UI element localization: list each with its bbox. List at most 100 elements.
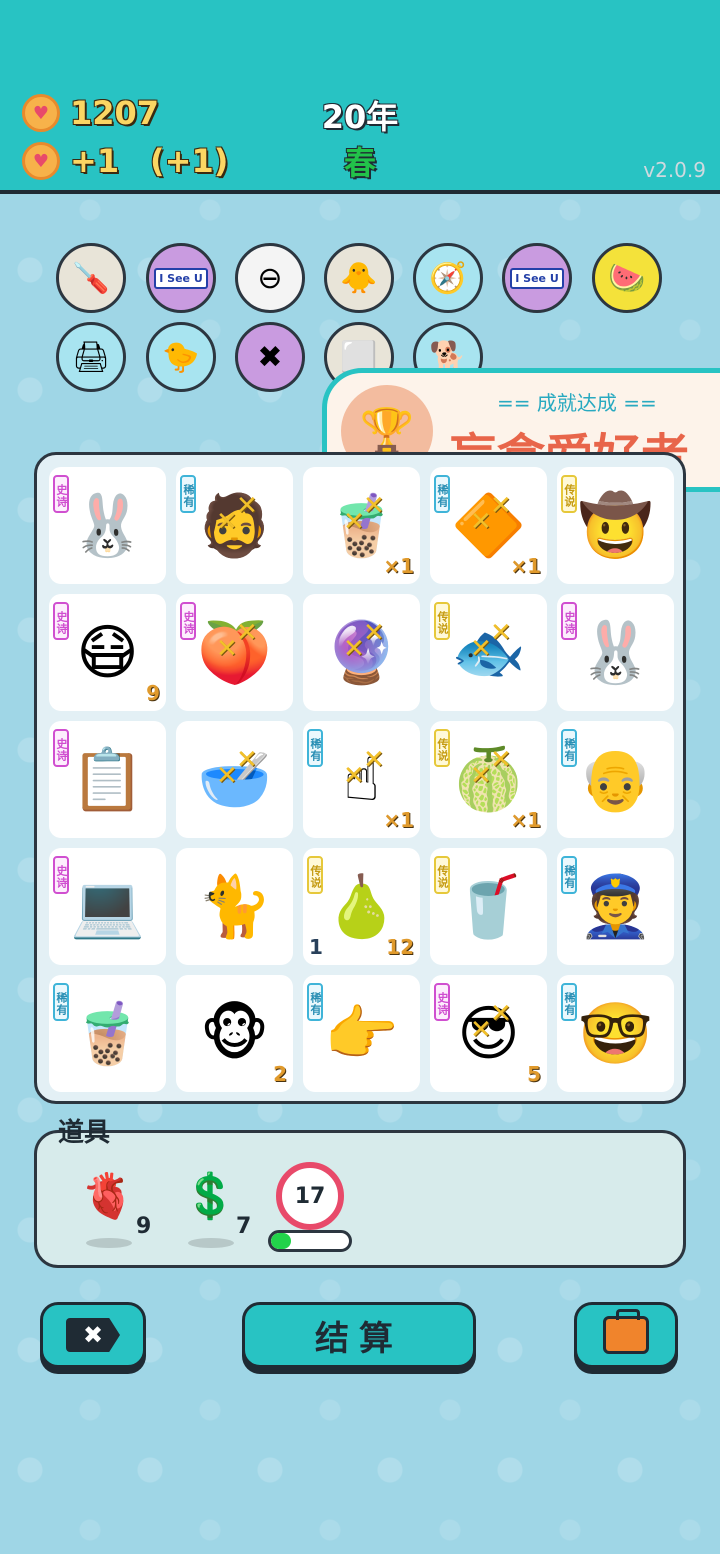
timer-clock-icon[interactable]: 17 <box>276 1162 344 1230</box>
rarity-tag: 稀有 <box>434 475 450 513</box>
liver-item-count: 9 <box>136 1214 152 1239</box>
heart-coin-icon: ♥ <box>22 142 60 180</box>
board-cell[interactable]: 🤓 稀有 <box>557 975 674 1092</box>
board-cell[interactable]: 🐵 2 <box>176 975 293 1092</box>
briefcase-icon <box>603 1309 649 1354</box>
symbol-counter: 1 <box>309 935 323 959</box>
rarity-tag: 稀有 <box>307 983 323 1021</box>
rarity-tag: 传说 <box>434 729 450 767</box>
destroy-mark-icon: ✕ <box>343 507 365 537</box>
rarity-tag: 稀有 <box>561 856 577 894</box>
destroy-mark-icon: ✕ <box>236 618 258 648</box>
board-cell[interactable]: 🐟 传说 ✕ ✕ <box>430 594 547 711</box>
settle-button[interactable]: 结算 <box>242 1302 476 1368</box>
screwdriver-icon[interactable]: 🪛 <box>56 243 126 313</box>
destroy-mark-icon: ✕ <box>216 634 238 664</box>
board-cell[interactable]: 🧔 稀有 ✕ ✕ <box>176 467 293 584</box>
board-cell[interactable]: 🔶 稀有 ✕ ✕ ×1 <box>430 467 547 584</box>
symbol-count: ×1 <box>510 808 541 832</box>
destroy-mark-icon: ✕ <box>343 761 365 791</box>
destroy-mark-icon: ✕ <box>490 618 512 648</box>
board-cell[interactable]: 🍐 传说 12 1 <box>303 848 420 965</box>
dollar-item-icon[interactable]: 💲 <box>178 1164 242 1228</box>
season-label: 春 <box>343 144 376 182</box>
liver-item-icon[interactable]: 🫀 <box>76 1164 140 1228</box>
destroy-mark-icon: ✕ <box>216 761 238 791</box>
rarity-tag: 传说 <box>434 602 450 640</box>
rarity-tag: 史诗 <box>53 856 69 894</box>
heart-coin-icon: ♥ <box>22 94 60 132</box>
rarity-tag: 传说 <box>307 856 323 894</box>
fruit-basket-icon[interactable]: 🍉 <box>592 243 662 313</box>
destroy-mark-icon: ✕ <box>470 761 492 791</box>
close-icon: ✖ <box>66 1318 120 1352</box>
chick-egg-icon[interactable]: 🐥 <box>324 243 394 313</box>
rarity-tag: 史诗 <box>53 602 69 640</box>
destroy-mark-icon: ✕ <box>470 507 492 537</box>
board-cell[interactable]: 🐰 史诗 <box>557 594 674 711</box>
board-cell[interactable]: 👉 稀有 <box>303 975 420 1092</box>
header: ♥ 1207 ♥ +1 (+1) 20年 春 v2.0.9 <box>0 0 720 194</box>
printer-icon[interactable]: 🖨 <box>56 322 126 392</box>
board-cell[interactable]: 📋 史诗 <box>49 721 166 838</box>
board-cell[interactable]: 😷 史诗 9 <box>49 594 166 711</box>
rarity-tag: 史诗 <box>53 475 69 513</box>
destroy-mark-icon: ✕ <box>236 491 258 521</box>
year-label: 20年 <box>321 98 399 136</box>
i-see-u-icon[interactable]: I See U <box>146 243 216 313</box>
rarity-tag: 稀有 <box>53 983 69 1021</box>
symbol-count: 5 <box>527 1062 541 1086</box>
income-rate: +1 <box>70 142 120 180</box>
relic-label: I See U <box>154 267 208 289</box>
rarity-tag: 稀有 <box>180 475 196 513</box>
i-see-u-icon[interactable]: I See U <box>502 243 572 313</box>
rarity-tag: 稀有 <box>307 729 323 767</box>
version-label: v2.0.9 <box>643 158 706 182</box>
rarity-tag: 史诗 <box>53 729 69 767</box>
destroy-mark-icon: ✕ <box>236 745 258 775</box>
rarity-tag: 传说 <box>561 475 577 513</box>
exit-button[interactable]: ✖ <box>40 1302 146 1368</box>
destroy-mark-icon: ✕ <box>470 1015 492 1045</box>
board-cell[interactable]: 🧋 稀有 <box>49 975 166 1092</box>
board-cell[interactable]: 🐰 史诗 <box>49 467 166 584</box>
board-cell[interactable]: 🍈 传说 ✕ ✕ ×1 <box>430 721 547 838</box>
board-cell[interactable]: 😎 史诗 ✕ ✕ 5 <box>430 975 547 1092</box>
compass-icon[interactable]: 🧭 <box>413 243 483 313</box>
rarity-tag: 史诗 <box>180 602 196 640</box>
rarity-tag: 史诗 <box>434 983 450 1021</box>
income-bonus: (+1) <box>150 142 229 180</box>
board-cell[interactable]: ☝ 稀有 ✕ ✕ ×1 <box>303 721 420 838</box>
multiplier-icon[interactable]: ✖ <box>235 322 305 392</box>
rarity-tag: 传说 <box>434 856 450 894</box>
symbol-board: 🐰 史诗 🧔 稀有 ✕ ✕ 🧋 ✕ ✕ ×1 🔶 稀有 ✕ ✕ ×1 🤠 传说 😷 史诗 9 🍑 史诗 ✕ ✕ 🔮 ✕ ✕ 🐟 传说 ✕ ✕… <box>34 452 686 1104</box>
item-shadow <box>86 1238 132 1248</box>
rarity-tag: 史诗 <box>561 602 577 640</box>
board-cell[interactable]: 👮 稀有 <box>557 848 674 965</box>
items-title: 道具 <box>58 1118 111 1148</box>
destroy-mark-icon: ✕ <box>490 491 512 521</box>
board-cell[interactable]: 💻 史诗 <box>49 848 166 965</box>
destroy-mark-icon: ✕ <box>343 634 365 664</box>
board-cell[interactable]: 🥤 传说 <box>430 848 547 965</box>
chick-egg-icon[interactable]: 🐤 <box>146 322 216 392</box>
symbol-count: 12 <box>386 935 414 959</box>
board-cell[interactable]: 🐈 <box>176 848 293 965</box>
board-cell[interactable]: 🥣 ✕ ✕ <box>176 721 293 838</box>
cat-icon: 🐈 <box>197 872 272 942</box>
achievement-subtitle: == 成就达成 == <box>497 391 657 415</box>
destroy-mark-icon: ✕ <box>363 745 385 775</box>
board-cell[interactable]: 🧋 ✕ ✕ ×1 <box>303 467 420 584</box>
board-cell[interactable]: 🤠 传说 <box>557 467 674 584</box>
coin-count: 1207 <box>70 94 160 132</box>
symbol-count: ×1 <box>383 808 414 832</box>
board-cell[interactable]: 🍑 史诗 ✕ ✕ <box>176 594 293 711</box>
destroy-mark-icon: ✕ <box>490 999 512 1029</box>
inventory-button[interactable] <box>574 1302 678 1368</box>
destroy-mark-icon: ✕ <box>363 491 385 521</box>
board-cell[interactable]: 👴 稀有 <box>557 721 674 838</box>
dollar-item-count: 7 <box>236 1214 252 1239</box>
board-cell[interactable]: 🔮 ✕ ✕ <box>303 594 420 711</box>
timer-value: 17 <box>294 1183 326 1209</box>
minus-circle-icon[interactable]: ⊖ <box>235 243 305 313</box>
